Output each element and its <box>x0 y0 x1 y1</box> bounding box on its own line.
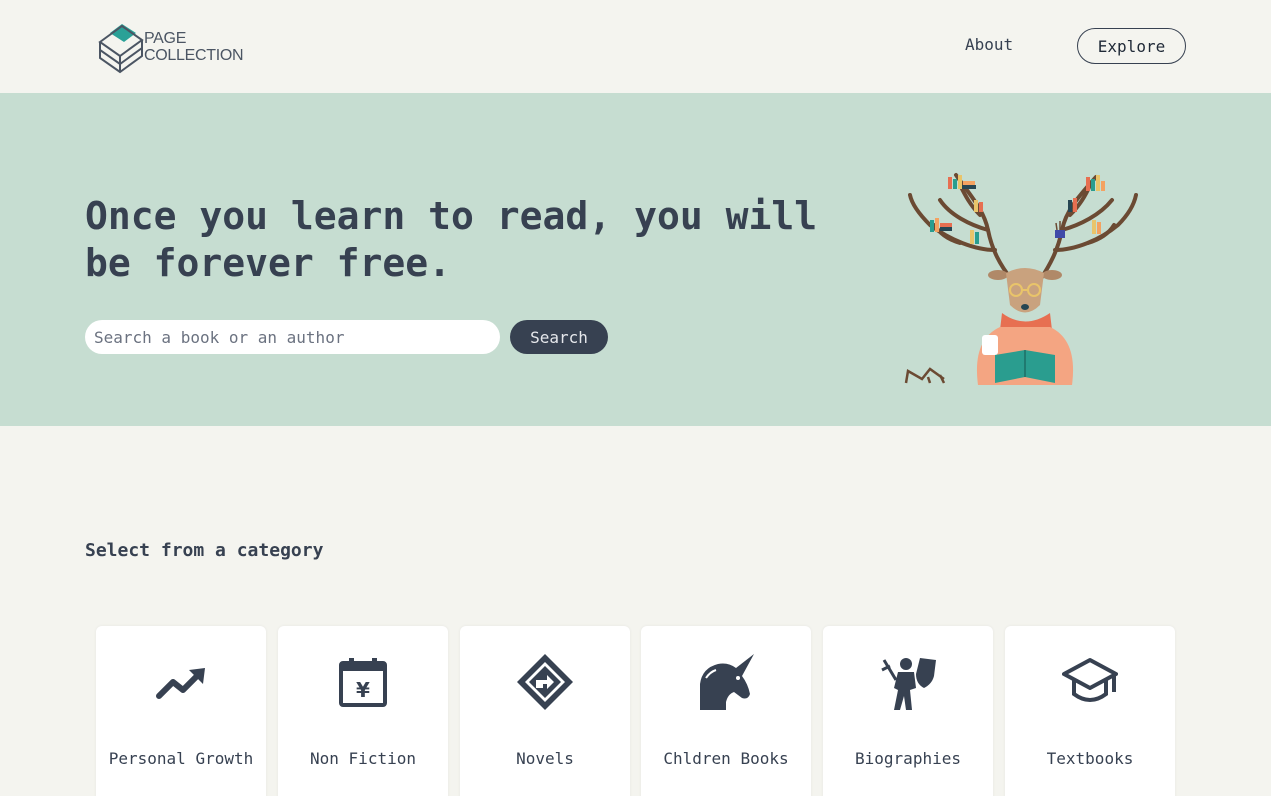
knight-icon <box>881 658 936 710</box>
category-card-personal-growth[interactable]: Personal Growth <box>96 626 266 796</box>
reading-deer-illustration <box>904 173 1138 385</box>
category-label: Chldren Books <box>663 749 789 768</box>
category-label: Non Fiction <box>310 749 416 768</box>
hero-banner: Once you learn to read, you will be fore… <box>0 93 1271 426</box>
category-section-title: Select from a category <box>85 540 324 561</box>
search-input[interactable] <box>85 320 500 354</box>
category-card-novels[interactable]: Novels <box>460 626 630 796</box>
category-label: Personal Growth <box>108 749 254 768</box>
diamond-emblem-icon <box>517 654 573 710</box>
category-card-non-fiction[interactable]: ¥ Non Fiction <box>278 626 448 796</box>
category-grid: Personal Growth ¥ Non Fiction Novels Chl… <box>96 626 1176 796</box>
trending-up-icon <box>156 668 205 699</box>
category-card-biographies[interactable]: Biographies <box>823 626 993 796</box>
logo-text: PAGE COLLECTION <box>144 30 244 64</box>
explore-button[interactable]: Explore <box>1077 28 1186 64</box>
category-label: Novels <box>516 749 574 768</box>
category-label: Biographies <box>855 749 961 768</box>
logo-line-2: COLLECTION <box>144 47 244 64</box>
site-logo[interactable]: PAGE COLLECTION <box>98 20 248 74</box>
top-navbar: PAGE COLLECTION About Explore <box>0 0 1271 93</box>
unicorn-icon <box>700 654 754 710</box>
nav-about-link[interactable]: About <box>965 35 1013 54</box>
search-button[interactable]: Search <box>510 320 608 354</box>
svg-text:¥: ¥ <box>356 678 370 702</box>
hero-headline: Once you learn to read, you will be fore… <box>85 194 818 285</box>
category-label: Textbooks <box>1046 749 1134 768</box>
logo-line-1: PAGE <box>144 30 187 47</box>
graduation-cap-icon <box>1062 658 1118 702</box>
category-card-children-books[interactable]: Chldren Books <box>641 626 811 796</box>
book-stack-icon <box>98 24 144 74</box>
category-card-textbooks[interactable]: Textbooks <box>1005 626 1175 796</box>
calendar-yen-icon: ¥ <box>339 658 387 707</box>
